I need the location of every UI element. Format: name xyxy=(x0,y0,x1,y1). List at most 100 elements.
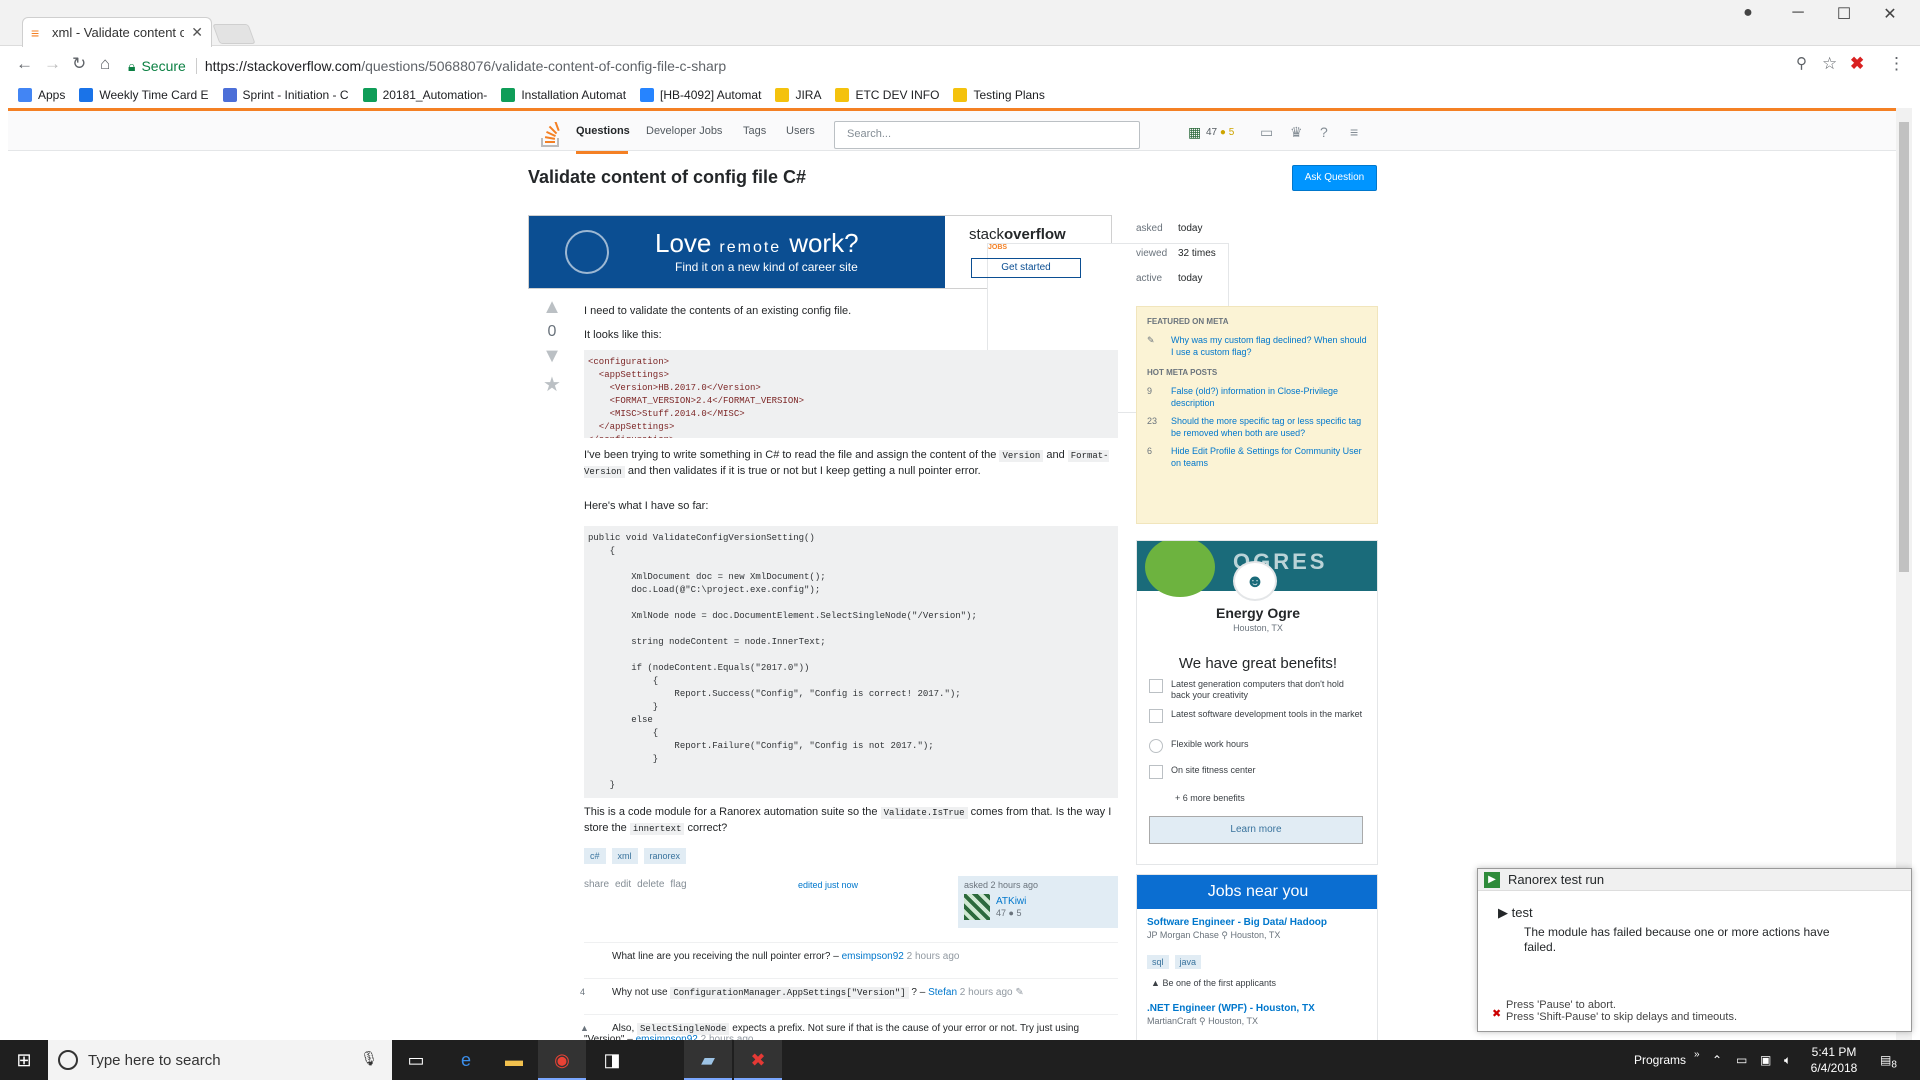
ranorex-studio-icon[interactable]: ▰ xyxy=(684,1040,732,1080)
downvote-icon[interactable]: ▼ xyxy=(540,345,564,368)
bookmark-item[interactable]: Installation Automat xyxy=(501,88,626,102)
hot-link[interactable]: Hide Edit Profile & Settings for Communi… xyxy=(1171,445,1367,469)
taskbar-search-box[interactable]: Type here to search 🎙︎ xyxy=(48,1040,392,1080)
learn-more-button[interactable]: Learn more xyxy=(1149,816,1363,844)
toolbar-expand-icon[interactable]: » xyxy=(1694,1040,1700,1080)
code-line: doc.Load(@"C:\project.exe.config"); xyxy=(588,585,821,595)
bookmark-item[interactable]: Weekly Time Card E xyxy=(79,88,209,102)
ranorex-extension-icon[interactable]: ✖ xyxy=(1850,54,1864,74)
scrollbar-thumb[interactable] xyxy=(1899,122,1909,572)
edge-icon[interactable]: e xyxy=(442,1040,490,1080)
post-paragraph-5: This is a code module for a Ranorex auto… xyxy=(584,805,1118,837)
job-title[interactable]: Software Engineer - Big Data/ Hadoop xyxy=(1147,917,1327,928)
benefit-item: Latest generation computers that don't h… xyxy=(1149,679,1364,701)
get-started-button[interactable]: Get started xyxy=(971,258,1081,278)
achievements-icon[interactable]: ♛ xyxy=(1290,124,1303,141)
comment-upvote-icon[interactable]: ▲ xyxy=(580,1023,589,1033)
new-tab-button[interactable] xyxy=(212,24,256,44)
globe-icon xyxy=(565,230,609,274)
nav-questions[interactable]: Questions xyxy=(576,125,630,137)
home-icon[interactable]: ⌂ xyxy=(100,54,110,74)
microphone-icon[interactable]: 🎙︎ xyxy=(360,1050,378,1067)
close-tab-icon[interactable]: ✕ xyxy=(191,24,203,41)
stackoverflow-logo-icon[interactable] xyxy=(540,122,562,148)
site-switcher-icon[interactable]: ≡ xyxy=(1350,124,1358,140)
bookmark-favicon-icon xyxy=(640,88,655,102)
share-link[interactable]: share xyxy=(584,879,609,890)
ranorex-runner-icon[interactable]: ✖ xyxy=(734,1040,782,1080)
close-window-button[interactable]: ✕ xyxy=(1870,4,1910,24)
chrome-icon[interactable]: ◉ xyxy=(538,1040,586,1080)
clock[interactable]: 5:41 PM 6/4/2018 xyxy=(1800,1044,1868,1076)
delete-link[interactable]: delete xyxy=(637,879,664,890)
bookmark-item[interactable]: 20181_Automation- xyxy=(362,88,488,102)
battery-icon[interactable]: ▭ xyxy=(1736,1040,1747,1080)
expand-triangle-icon[interactable]: ▶ xyxy=(1498,905,1508,920)
featured-link[interactable]: Why was my custom flag declined? When sh… xyxy=(1171,334,1367,358)
ask-question-button[interactable]: Ask Question xyxy=(1292,165,1377,191)
help-icon[interactable]: ? xyxy=(1320,124,1328,140)
profile-icon[interactable]: ● xyxy=(1728,4,1768,22)
bookmark-label: ETC DEV INFO xyxy=(855,88,940,102)
user-avatar[interactable] xyxy=(964,894,990,920)
nav-users[interactable]: Users xyxy=(786,125,815,137)
forward-icon[interactable]: → xyxy=(44,54,61,74)
hot-link[interactable]: Should the more specific tag or less spe… xyxy=(1171,415,1367,439)
bookmark-item[interactable]: ETC DEV INFO xyxy=(835,88,939,102)
bookmark-item[interactable]: [HB-4092] Automat xyxy=(640,88,761,102)
edit-pencil-icon[interactable]: ✎ xyxy=(1015,987,1023,998)
reload-icon[interactable]: ↻ xyxy=(72,54,86,74)
owner-name[interactable]: ATKiwi xyxy=(996,896,1026,907)
edit-link[interactable]: edit xyxy=(615,879,631,890)
flag-link[interactable]: flag xyxy=(670,879,686,890)
bookmark-item[interactable]: JIRA xyxy=(775,88,821,102)
bookmark-label: 20181_Automation- xyxy=(382,88,488,102)
edited-link[interactable]: edited just now xyxy=(798,880,858,890)
search-input[interactable]: Search... xyxy=(834,121,1140,149)
tray-chevron-icon[interactable]: ⌃ xyxy=(1712,1040,1722,1080)
nav-tags[interactable]: Tags xyxy=(743,125,766,137)
comment-user[interactable]: emsimpson92 xyxy=(842,951,904,962)
file-explorer-icon[interactable]: ▬ xyxy=(490,1040,538,1080)
meta-icon: ✎ xyxy=(1147,335,1155,345)
comment-user[interactable]: Stefan xyxy=(928,987,957,998)
code-line: } xyxy=(588,754,659,764)
bookmark-star-icon[interactable]: ☆ xyxy=(1822,54,1837,74)
chrome-menu-icon[interactable]: ⋮ xyxy=(1888,54,1905,74)
bookmark-item[interactable]: Testing Plans xyxy=(953,88,1045,102)
job-listing[interactable]: Software Engineer - Big Data/ Hadoop JP … xyxy=(1147,917,1327,941)
browser-tab[interactable]: ≡ xml - Validate content of ✕ xyxy=(22,17,212,47)
bookmark-item[interactable]: Sprint - Initiation - C xyxy=(222,88,349,102)
minimize-button[interactable]: ─ xyxy=(1778,4,1818,22)
network-icon[interactable]: ▣ xyxy=(1760,1040,1771,1080)
programs-toolbar[interactable]: Programs xyxy=(1634,1040,1686,1080)
task-view-icon[interactable]: ▭ xyxy=(392,1040,440,1080)
company-ad[interactable]: OGRES ☻ Energy Ogre Houston, TX We have … xyxy=(1136,540,1378,865)
action-center-icon[interactable]: ▤8 xyxy=(1880,1040,1897,1080)
inbox-icon[interactable]: ▭ xyxy=(1260,124,1273,141)
sticky-notes-icon[interactable]: ◨ xyxy=(588,1040,636,1080)
job-tag[interactable]: java xyxy=(1174,955,1202,969)
nav-developer-jobs[interactable]: Developer Jobs xyxy=(646,125,722,137)
upvote-icon[interactable]: ▲ xyxy=(540,296,564,319)
hot-link[interactable]: False (old?) information in Close-Privil… xyxy=(1171,385,1367,409)
back-icon[interactable]: ← xyxy=(16,54,33,74)
tag-csharp[interactable]: c# xyxy=(584,848,606,864)
maximize-button[interactable]: ☐ xyxy=(1824,4,1864,24)
favorite-star-icon[interactable]: ★ xyxy=(540,372,564,397)
question-title[interactable]: Validate content of config file C# xyxy=(528,167,806,188)
job-listing[interactable]: .NET Engineer (WPF) - Houston, TX Martia… xyxy=(1147,1003,1315,1027)
address-bar[interactable]: 🔒︎ Secure https://stackoverflow.com /que… xyxy=(128,53,1808,79)
user-avatar-icon[interactable]: ▦ xyxy=(1188,124,1201,141)
windows-start-icon[interactable]: ⊞ xyxy=(0,1040,48,1080)
job-title[interactable]: .NET Engineer (WPF) - Houston, TX xyxy=(1147,1003,1315,1014)
jobs-banner-ad[interactable]: Love remote work? Find it on a new kind of… xyxy=(528,215,1229,413)
tag-ranorex[interactable]: ranorex xyxy=(643,848,687,864)
ranorex-title: Ranorex test run xyxy=(1508,872,1605,887)
job-tag[interactable]: sql xyxy=(1147,955,1169,969)
volume-muted-icon[interactable]: 🔈︎ xyxy=(1784,1040,1791,1080)
bookmark-item[interactable]: Apps xyxy=(18,88,65,102)
test-node[interactable]: ▶ test xyxy=(1498,905,1533,921)
comment: ▲ Also, SelectSingleNode expects a prefi… xyxy=(580,1014,1118,1042)
tag-xml[interactable]: xml xyxy=(611,848,638,864)
